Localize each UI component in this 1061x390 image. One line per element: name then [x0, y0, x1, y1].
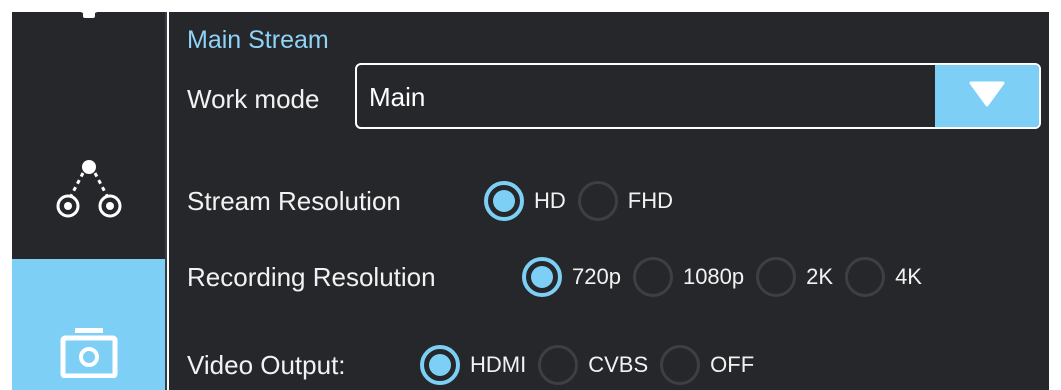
camera-icon	[59, 266, 119, 383]
main-panel: Main Stream Work mode Main Stream Resolu…	[169, 12, 1049, 390]
radio-recording-1080p[interactable]: 1080p	[632, 257, 745, 297]
video-output-label: Video Output:	[187, 350, 346, 380]
radio-label: HDMI	[470, 352, 527, 377]
radio-label: 2K	[806, 264, 834, 289]
sidebar-item-network[interactable]	[12, 132, 165, 252]
radio-circle	[420, 345, 460, 385]
left-edge	[0, 12, 12, 390]
radio-label: FHD	[627, 188, 673, 213]
work-mode-select[interactable]: Main	[355, 63, 1041, 129]
radio-output-off[interactable]: OFF	[660, 345, 754, 385]
radio-circle	[756, 257, 797, 297]
radio-circle	[577, 181, 618, 221]
radio-stream-fhd[interactable]: FHD	[577, 181, 673, 221]
work-mode-value: Main	[369, 82, 426, 112]
radio-recording-2k[interactable]: 2K	[756, 257, 833, 297]
radio-label: 4K	[895, 264, 922, 289]
radio-stream-hd[interactable]: HD	[484, 181, 566, 221]
radio-output-cvbs[interactable]: CVBS	[538, 345, 648, 385]
radio-circle	[660, 345, 701, 385]
radio-recording-4k[interactable]: 4K	[845, 257, 922, 297]
radio-circle	[484, 181, 524, 221]
triangle-down-icon	[967, 79, 1007, 114]
dropdown-button[interactable]	[935, 65, 1039, 127]
radio-label: CVBS	[588, 352, 649, 377]
radio-circle	[845, 257, 886, 297]
radio-circle	[522, 257, 562, 297]
radio-label: OFF	[710, 352, 755, 377]
recording-resolution-label: Recording Resolution	[187, 262, 436, 292]
section-title: Main Stream	[187, 26, 329, 54]
radio-circle	[632, 257, 673, 297]
radio-label: 1080p	[682, 264, 745, 289]
right-edge	[1049, 12, 1061, 390]
sidebar	[12, 12, 167, 390]
stream-resolution-label: Stream Resolution	[187, 186, 401, 216]
network-nodes-icon	[53, 158, 125, 227]
radio-circle	[538, 345, 579, 385]
work-mode-label: Work mode	[187, 84, 320, 114]
gear-icon	[59, 12, 119, 40]
app-window: Main Stream Work mode Main Stream Resolu…	[0, 0, 1061, 390]
sidebar-item-camera[interactable]	[12, 259, 165, 390]
recording-resolution-group: 720p 1080p 2K 4K	[522, 255, 934, 299]
radio-recording-720p[interactable]: 720p	[522, 257, 621, 297]
radio-label: HD	[534, 188, 566, 213]
stream-resolution-group: HD FHD	[484, 179, 685, 223]
video-output-group: HDMI CVBS OFF	[420, 343, 766, 387]
sidebar-item-settings[interactable]	[12, 12, 165, 40]
radio-output-hdmi[interactable]: HDMI	[420, 345, 526, 385]
radio-label: 720p	[572, 264, 621, 289]
